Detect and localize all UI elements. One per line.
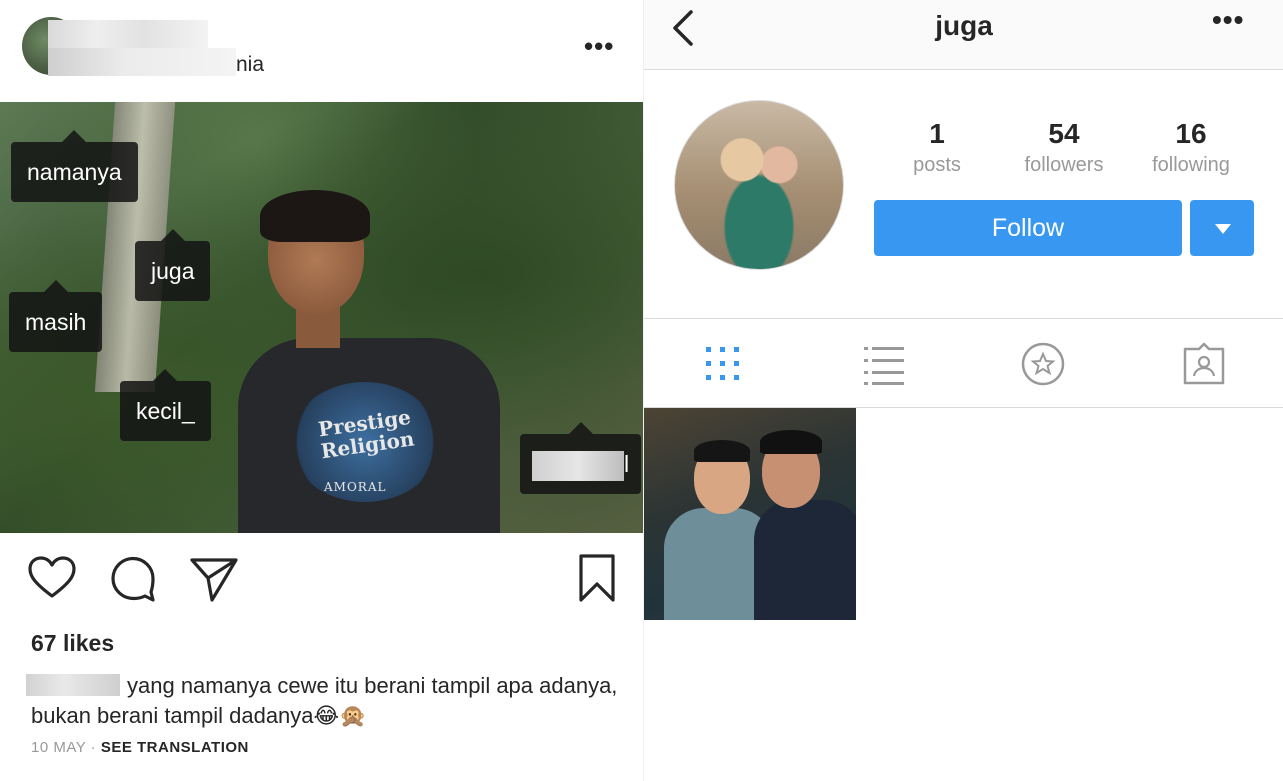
photo-person-hair xyxy=(694,440,750,462)
username-suffix[interactable]: nia xyxy=(236,53,264,77)
blurred-username xyxy=(48,20,208,48)
profile-title: juga xyxy=(935,10,993,41)
photo-person-body xyxy=(754,500,856,620)
more-icon[interactable]: ••• xyxy=(1212,6,1244,34)
suggestions-dropdown-button[interactable] xyxy=(1190,200,1254,256)
blurred-location xyxy=(48,48,236,76)
likes-count[interactable]: 67 likes xyxy=(31,630,114,657)
triangle-down-icon xyxy=(1215,224,1231,234)
post-actions xyxy=(0,552,643,612)
comment-icon[interactable] xyxy=(107,552,159,604)
profile-tabbar xyxy=(644,318,1283,408)
post-panel: nia ••• Prestige Religion AMORAL namanya… xyxy=(0,0,643,781)
stat-following-number: 16 xyxy=(1175,118,1207,149)
profile-grid-photo[interactable] xyxy=(644,408,856,620)
photo-tag[interactable]: kecil_ xyxy=(120,369,211,441)
grid-icon[interactable] xyxy=(700,341,746,387)
tagged-icon[interactable] xyxy=(1181,341,1227,387)
stat-followers-label: followers xyxy=(1024,154,1104,176)
profile-panel: juga ••• 1 posts 54 followers 16 followi… xyxy=(643,0,1283,781)
post-caption: yang namanya cewe itu berani tampil apa … xyxy=(31,671,631,731)
profile-avatar[interactable] xyxy=(674,100,844,270)
see-translation-link[interactable]: SEE TRANSLATION xyxy=(101,739,249,756)
stat-posts-label: posts xyxy=(913,154,961,176)
post-meta: 10 MAY · SEE TRANSLATION xyxy=(31,739,249,756)
bookmark-icon[interactable] xyxy=(571,552,623,604)
heart-icon[interactable] xyxy=(26,552,78,604)
photo-tag-blurred[interactable]: l xyxy=(520,422,642,494)
share-icon[interactable] xyxy=(188,552,240,604)
stat-followers[interactable]: 54 followers xyxy=(999,118,1129,180)
stat-following-label: following xyxy=(1152,154,1230,176)
post-options-icon[interactable]: ••• xyxy=(584,33,614,59)
stat-following[interactable]: 16 following xyxy=(1126,118,1256,180)
post-photo[interactable]: Prestige Religion AMORAL namanya juga ma… xyxy=(0,102,643,533)
list-icon[interactable] xyxy=(860,341,906,387)
stat-posts-number: 1 xyxy=(929,118,945,149)
stat-posts[interactable]: 1 posts xyxy=(872,118,1002,180)
meta-separator: · xyxy=(90,739,97,756)
tag-suffix: l xyxy=(624,451,630,477)
star-icon[interactable] xyxy=(1020,341,1066,387)
shirt-sub: AMORAL xyxy=(324,480,387,494)
blurred-tag-name xyxy=(532,450,624,481)
profile-topbar: juga ••• xyxy=(644,0,1283,70)
person-hair xyxy=(260,190,370,242)
photo-tag[interactable]: masih xyxy=(9,280,103,352)
photo-person-hair xyxy=(760,430,822,454)
post-date: 10 MAY xyxy=(31,739,86,756)
follow-button[interactable]: Follow xyxy=(874,200,1182,256)
photo-tag[interactable]: namanya xyxy=(11,130,138,202)
caption-emoji: 😂🙊 xyxy=(313,703,367,728)
photo-tag[interactable]: juga xyxy=(135,229,211,301)
post-header: nia ••• xyxy=(0,0,643,102)
stat-followers-number: 54 xyxy=(1048,118,1080,149)
